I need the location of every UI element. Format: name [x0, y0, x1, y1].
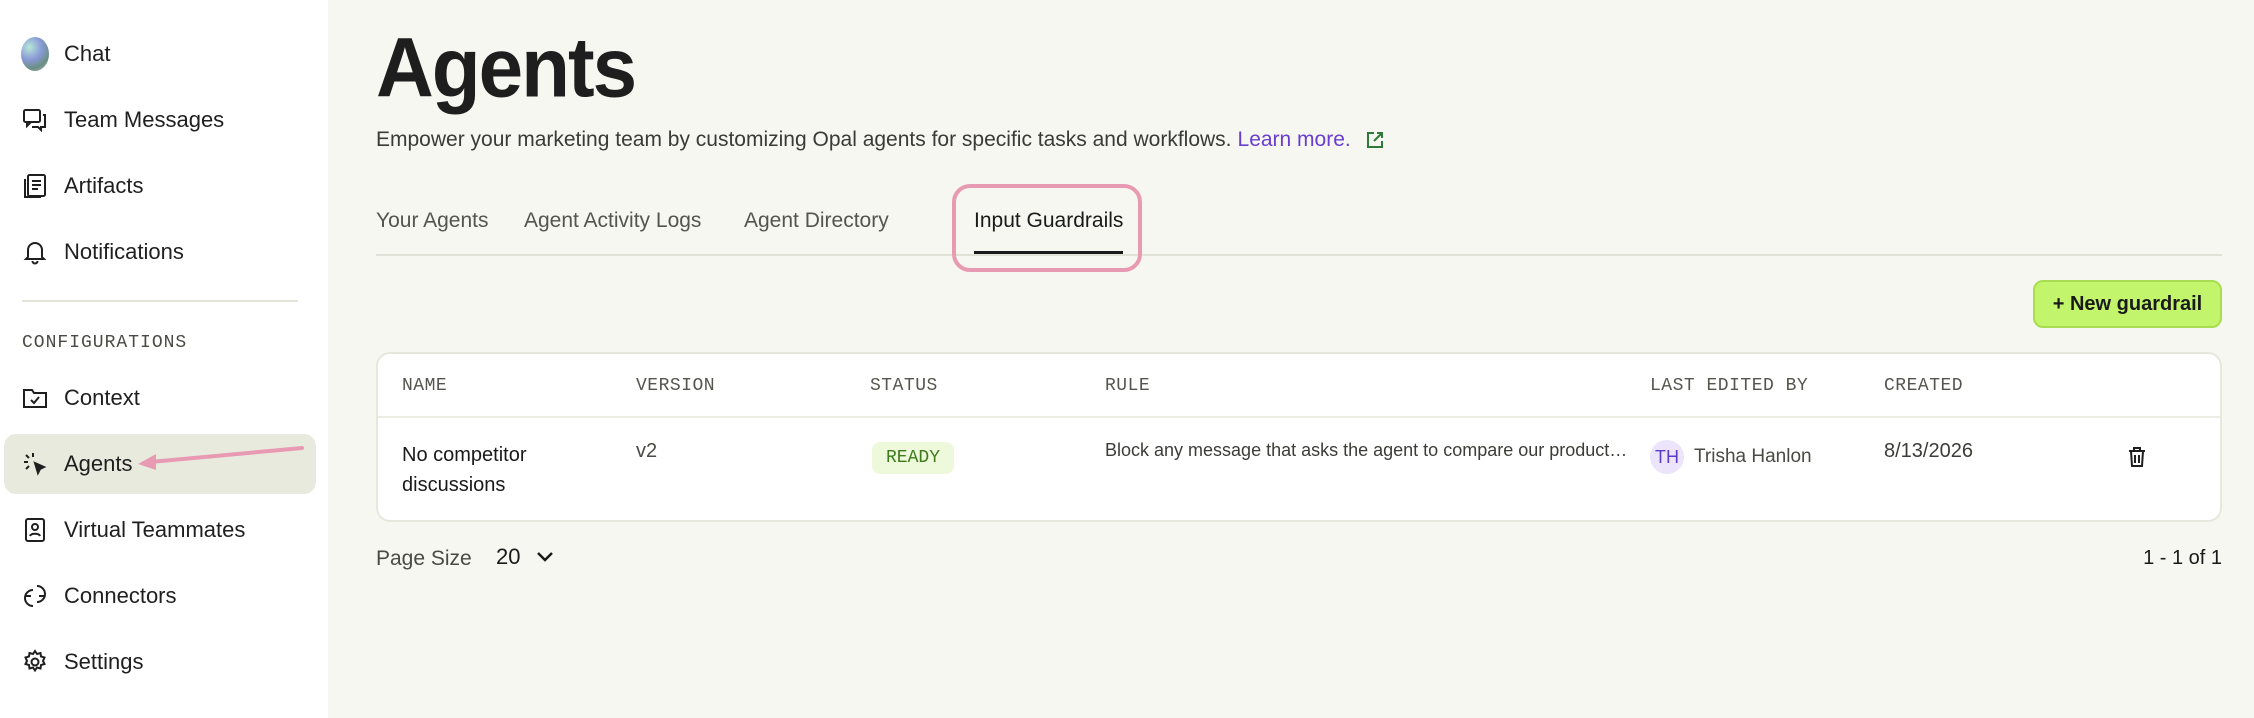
sidebar-item-label: Virtual Teammates	[64, 517, 246, 542]
tab-agent-directory[interactable]: Agent Directory	[744, 208, 889, 254]
created-date: 8/13/2026	[1884, 440, 1973, 462]
annotation-arrow	[138, 446, 304, 470]
guardrail-rule: Block any message that asks the agent to…	[1105, 440, 1635, 460]
gear-icon	[21, 648, 49, 676]
page-subtitle: Empower your marketing team by customizi…	[376, 128, 1385, 152]
tab-highlight-annotation	[952, 184, 1142, 272]
status-badge: READY	[872, 442, 955, 474]
sidebar-item-label: Settings	[64, 649, 144, 674]
column-header-name[interactable]: NAME	[402, 376, 447, 396]
sidebar-item-label: Chat	[64, 41, 111, 66]
editor-name: Trisha Hanlon	[1694, 446, 1812, 467]
contact-card-icon	[21, 516, 49, 544]
sidebar-item-label: Artifacts	[64, 173, 144, 198]
column-header-created[interactable]: CREATED	[1884, 376, 1963, 396]
guardrail-version: v2	[636, 440, 658, 462]
sidebar-item-label: Team Messages	[64, 107, 225, 132]
sidebar-item-connectors[interactable]: Connectors	[4, 566, 316, 626]
sidebar-divider	[22, 300, 298, 302]
sparkle-cursor-icon	[21, 450, 49, 478]
last-edited-by: TH Trisha Hanlon	[1650, 440, 1812, 474]
main-content: Agents Empower your marketing team by cu…	[328, 0, 2254, 718]
sidebar-item-virtual-teammates[interactable]: Virtual Teammates	[4, 500, 316, 560]
sidebar-item-label: Connectors	[64, 583, 177, 608]
column-header-rule[interactable]: RULE	[1105, 376, 1150, 396]
column-header-version[interactable]: VERSION	[636, 376, 715, 396]
external-link-icon[interactable]	[1365, 130, 1385, 150]
page-title: Agents	[376, 20, 637, 115]
bell-icon	[21, 238, 49, 266]
subtitle-text: Empower your marketing team by customizi…	[376, 128, 1232, 151]
avatar: TH	[1650, 440, 1684, 474]
sidebar-item-notifications[interactable]: Notifications	[4, 222, 316, 282]
artifacts-icon	[21, 172, 49, 200]
column-header-status[interactable]: STATUS	[870, 376, 938, 396]
chat-avatar-icon	[21, 37, 49, 71]
guardrails-table: NAME VERSION STATUS RULE LAST EDITED BY …	[376, 352, 2222, 522]
connector-icon	[21, 582, 49, 610]
pagination-info: 1 - 1 of 1	[2143, 547, 2222, 569]
sidebar-item-context[interactable]: Context	[4, 368, 316, 428]
sidebar-item-chat[interactable]: Chat	[4, 24, 316, 84]
guardrail-name[interactable]: No competitor discussions	[402, 440, 582, 500]
new-guardrail-button[interactable]: + New guardrail	[2033, 280, 2222, 328]
chevron-down-icon	[537, 552, 554, 562]
tab-bar: Your Agents Agent Activity Logs Agent Di…	[376, 184, 2222, 272]
sidebar-item-label: Agents	[64, 451, 133, 476]
tab-agent-activity-logs[interactable]: Agent Activity Logs	[524, 208, 701, 254]
messages-icon	[21, 106, 49, 134]
tab-your-agents[interactable]: Your Agents	[376, 208, 489, 254]
header-divider	[378, 416, 2220, 418]
sidebar-item-label: Context	[64, 385, 140, 410]
sidebar-item-settings[interactable]: Settings	[4, 632, 316, 692]
folder-check-icon	[21, 384, 49, 412]
sidebar: Chat Team Messages Artifacts Notificatio…	[0, 0, 328, 718]
sidebar-section-label: CONFIGURATIONS	[22, 333, 188, 353]
page-size-label: Page Size	[376, 547, 472, 570]
sidebar-item-artifacts[interactable]: Artifacts	[4, 156, 316, 216]
column-header-last-edited-by[interactable]: LAST EDITED BY	[1650, 376, 1808, 396]
learn-more-link[interactable]: Learn more.	[1238, 128, 1351, 152]
sidebar-item-team-messages[interactable]: Team Messages	[4, 90, 316, 150]
page-size-select[interactable]: 20	[496, 544, 554, 570]
sidebar-item-label: Notifications	[64, 239, 184, 264]
page-size-value: 20	[496, 544, 521, 569]
trash-icon[interactable]	[2126, 446, 2148, 468]
